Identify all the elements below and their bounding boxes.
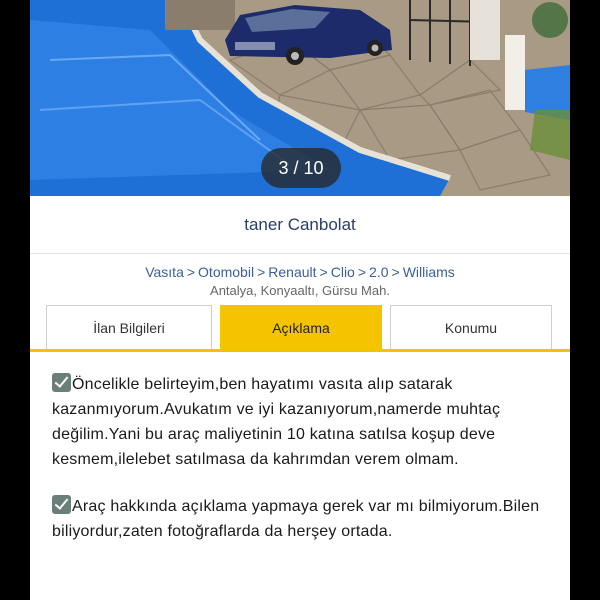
breadcrumb: Vasıta > Otomobil > Renault > Clio >2.0 > William…: [30, 254, 570, 282]
breadcrumb-item[interactable]: Otomobil: [198, 264, 254, 280]
description-content: Öncelikle belirteyim,ben hayatımı vasıta…: [30, 352, 570, 544]
description-paragraph: Öncelikle belirteyim,ben hayatımı vasıta…: [52, 372, 550, 472]
tab-konumu[interactable]: Konumu: [390, 305, 552, 349]
breadcrumb-separator: >: [186, 264, 196, 280]
breadcrumb-item[interactable]: Vasıta: [145, 264, 184, 280]
breadcrumb-item[interactable]: Williams: [403, 264, 455, 280]
description-paragraph: Araç hakkında açıklama yapmaya gerek var…: [52, 494, 550, 544]
breadcrumb-item[interactable]: Clio: [331, 264, 355, 280]
breadcrumb-separator: >: [257, 264, 266, 280]
seller-name[interactable]: taner Canbolat: [30, 196, 570, 254]
listing-photo[interactable]: 3 / 10: [30, 0, 570, 196]
checkmark-icon: [52, 495, 71, 514]
tab-aciklama[interactable]: Açıklama: [220, 305, 382, 349]
photo-counter: 3 / 10: [261, 148, 341, 188]
tab-label: Konumu: [444, 319, 498, 336]
checkmark-icon: [52, 373, 71, 392]
right-frame-border: [570, 0, 600, 600]
breadcrumb-separator: >: [357, 264, 367, 280]
left-frame-border: [0, 0, 30, 600]
tab-ilan-bilgileri[interactable]: İlan Bilgileri: [46, 305, 212, 349]
tab-label: Açıklama: [272, 319, 330, 336]
seller-name-text[interactable]: taner Canbolat: [244, 215, 356, 235]
listing-tabs: İlan Bilgileri Açıklama Konumu: [30, 305, 570, 352]
description-text: Öncelikle belirteyim,ben hayatımı vasıta…: [52, 376, 501, 468]
listing-location: Antalya, Konyaaltı, Gürsu Mah.: [210, 283, 390, 298]
breadcrumb-item[interactable]: 2.0: [369, 264, 388, 280]
breadcrumb-item[interactable]: Renault: [268, 264, 316, 280]
breadcrumb-separator: >: [319, 264, 328, 280]
listing-screen: 3 / 10 taner Canbolat Vasıta > Otomobil > Re…: [30, 0, 570, 600]
tab-label: İlan Bilgileri: [93, 319, 165, 336]
breadcrumb-separator: >: [391, 264, 400, 280]
description-text: Araç hakkında açıklama yapmaya gerek var…: [52, 498, 540, 540]
